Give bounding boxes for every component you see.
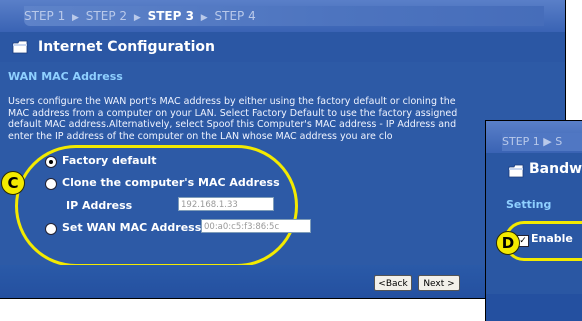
second-footer-bar [486, 294, 582, 321]
clone-mac-label: Clone the computer's MAC Address [62, 176, 280, 189]
callout-d: D [496, 231, 520, 255]
ip-address-field[interactable]: 192.168.1.33 [178, 197, 274, 211]
second-step-indicator: STEP 1 ▶ S [502, 133, 582, 151]
page-title: Internet Configuration [38, 39, 215, 55]
content-panel: WAN MAC Address Users configure the WAN … [0, 62, 565, 267]
description-line: Users configure the WAN port's MAC addre… [8, 96, 456, 107]
step-3-current: STEP 3 [147, 9, 194, 23]
folder-icon [508, 164, 524, 178]
description-text: Users configure the WAN port's MAC addre… [8, 96, 564, 148]
back-button[interactable]: <Back [374, 275, 412, 291]
wizard-window: STEP 1 ▶ STEP 2 ▶ STEP 3 ▶ STEP 4 Intern… [0, 0, 566, 299]
step-indicator: STEP 1 ▶ STEP 2 ▶ STEP 3 ▶ STEP 4 [24, 6, 544, 26]
step-4: STEP 4 [214, 9, 256, 23]
second-step-bar: STEP 1 ▶ S [486, 121, 582, 153]
second-page-title: Bandw [529, 161, 582, 177]
footer-bar: <Back Next > [0, 265, 565, 298]
page-header: Internet Configuration [0, 32, 565, 62]
step-separator-icon: ▶ [72, 13, 79, 23]
step-separator-icon: ▶ [133, 13, 141, 23]
callout-c: C [1, 171, 25, 195]
description-line: default MAC address.Alternatively, selec… [8, 119, 457, 130]
clone-mac-radio[interactable] [45, 178, 57, 190]
mac-address-field[interactable]: 00:a0:c5:f3:86:5c [201, 219, 311, 233]
section-heading: WAN MAC Address [8, 70, 123, 83]
second-section-heading: Setting [506, 198, 552, 211]
step-2: STEP 2 [85, 9, 128, 23]
second-window: STEP 1 ▶ S Bandw Setting ✓ Enable [485, 120, 582, 321]
set-wan-mac-radio[interactable] [45, 223, 57, 235]
factory-default-label: Factory default [62, 154, 157, 167]
next-button[interactable]: Next > [418, 275, 460, 291]
step-separator-icon: ▶ [200, 13, 208, 23]
enable-label: Enable [531, 232, 573, 245]
description-line: enter the IP address of the computer on … [8, 130, 393, 142]
step-1: STEP 1 [24, 9, 66, 23]
description-line: MAC address from a computer on your LAN.… [8, 107, 458, 119]
folder-icon [12, 40, 28, 54]
step-bar: STEP 1 ▶ STEP 2 ▶ STEP 3 ▶ STEP 4 [0, 0, 565, 32]
set-wan-mac-label: Set WAN MAC Address [62, 221, 202, 234]
factory-default-radio[interactable] [45, 156, 57, 168]
ip-address-label: IP Address [66, 199, 133, 212]
